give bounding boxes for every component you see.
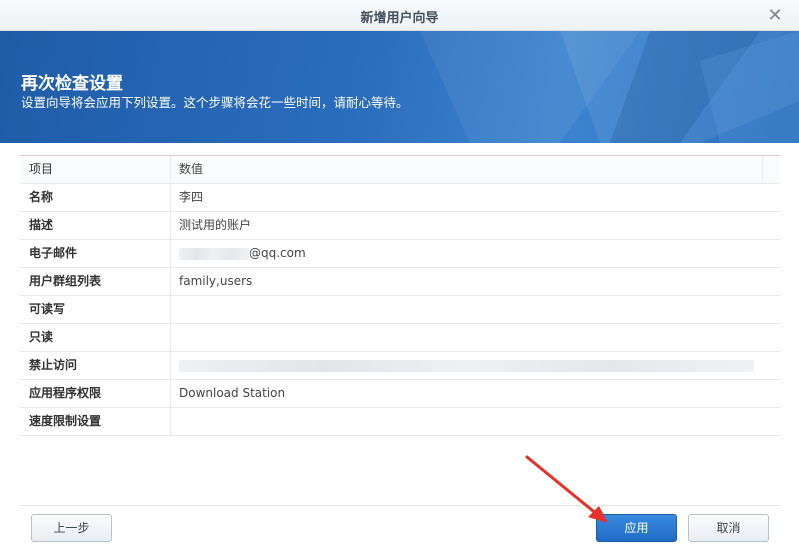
- redacted-email-prefix: [179, 247, 249, 260]
- close-icon[interactable]: ✕: [765, 5, 785, 25]
- row-item-label: 名称: [20, 184, 171, 211]
- table-row: 描述 测试用的账户: [20, 212, 780, 240]
- row-value: [171, 296, 780, 323]
- table-row: 名称 李四: [20, 184, 780, 212]
- table-row: 禁止访问: [20, 352, 780, 380]
- wizard-banner: 再次检查设置 设置向导将会应用下列设置。这个步骤将会花一些时间，请耐心等待。: [0, 31, 799, 143]
- row-item-label: 应用程序权限: [20, 380, 171, 407]
- banner-heading: 再次检查设置: [21, 74, 123, 94]
- row-item-label: 只读: [20, 324, 171, 351]
- email-domain: @qq.com: [249, 246, 306, 260]
- row-item-label: 电子邮件: [20, 240, 171, 267]
- row-item-label: 可读写: [20, 296, 171, 323]
- cancel-button[interactable]: 取消: [688, 514, 769, 542]
- redacted-value: [179, 359, 754, 372]
- row-value: 李四: [179, 190, 204, 204]
- row-item-label: 速度限制设置: [20, 408, 171, 435]
- window-title: 新增用户向导: [360, 11, 439, 26]
- row-value: 测试用的账户: [179, 218, 252, 232]
- table-row: 只读: [20, 324, 780, 352]
- back-button[interactable]: 上一步: [31, 514, 112, 542]
- table-row: 用户群组列表 family,users: [20, 268, 780, 296]
- row-item-label: 用户群组列表: [20, 268, 171, 295]
- apply-button[interactable]: 应用: [596, 514, 677, 542]
- table-header: 项目 数值: [20, 156, 780, 184]
- table-row: 电子邮件 @qq.com: [20, 240, 780, 268]
- column-header-item[interactable]: 项目: [20, 156, 171, 183]
- row-value-email: @qq.com: [171, 240, 780, 267]
- row-value-redacted: [171, 352, 780, 379]
- table-row: 可读写: [20, 296, 780, 324]
- row-value: family,users: [179, 274, 253, 288]
- row-item-label: 禁止访问: [20, 352, 171, 379]
- window-titlebar: 新增用户向导 ✕: [0, 0, 799, 31]
- column-header-value[interactable]: 数值: [171, 156, 763, 183]
- row-item-label: 描述: [20, 212, 171, 239]
- banner-subtitle: 设置向导将会应用下列设置。这个步骤将会花一些时间，请耐心等待。: [21, 95, 409, 110]
- row-value: Download Station: [179, 386, 286, 400]
- footer-divider: [20, 505, 780, 506]
- table-row: 速度限制设置: [20, 408, 780, 436]
- table-row: 应用程序权限 Download Station: [20, 380, 780, 408]
- settings-summary-table: 项目 数值 名称 李四 描述 测试用的账户 电子邮件 @qq.com 用户群组列…: [20, 155, 780, 436]
- row-value: [171, 324, 780, 351]
- row-value: [171, 408, 780, 435]
